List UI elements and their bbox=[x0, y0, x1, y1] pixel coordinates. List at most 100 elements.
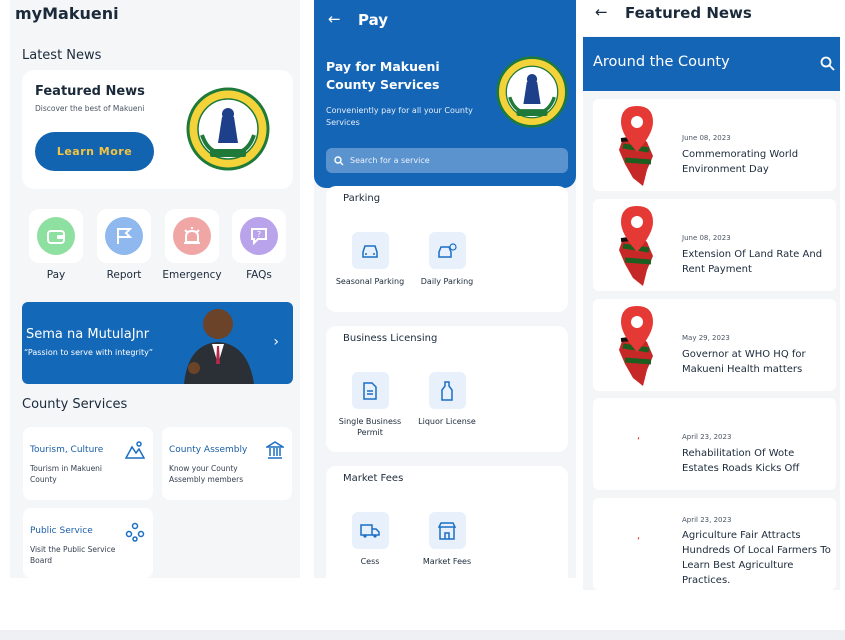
learn-more-button[interactable]: Learn More bbox=[35, 132, 154, 171]
news-header: ← Featured News bbox=[583, 0, 840, 36]
people-icon bbox=[125, 522, 145, 542]
news-headline: Commemorating World Environment Day bbox=[682, 149, 799, 175]
tile-cess[interactable]: Cess bbox=[335, 512, 405, 567]
flag-icon bbox=[105, 217, 143, 255]
tile-seasonal-parking[interactable]: Seasonal Parking bbox=[335, 232, 405, 287]
business-licensing-card: Business Licensing Single Business Permi… bbox=[326, 326, 568, 452]
tile-label: Seasonal Parking bbox=[335, 277, 405, 286]
section-heading: Business Licensing bbox=[343, 333, 438, 344]
tile-label: Market Fees bbox=[422, 557, 472, 566]
bottom-strip bbox=[0, 630, 845, 640]
service-title: Public Service bbox=[30, 526, 93, 536]
featured-title: Featured News bbox=[35, 84, 145, 99]
chevron-right-icon[interactable]: › bbox=[273, 334, 279, 350]
parking-card: Parking Seasonal Parking Daily Parking bbox=[326, 186, 568, 312]
news-headline: Rehabilitation Of Wote Estates Roads Kic… bbox=[682, 448, 800, 474]
pay-headline: Pay for Makueni County Services bbox=[326, 59, 440, 92]
tile-liquor-license[interactable]: Liquor License bbox=[412, 372, 482, 427]
wallet-icon bbox=[37, 217, 75, 255]
loading-image-icon: ‘ bbox=[637, 436, 641, 447]
news-item[interactable]: ‘ April 23, 2023 Agriculture Fair Attrac… bbox=[593, 498, 836, 590]
back-arrow-icon[interactable]: ← bbox=[595, 3, 608, 21]
car-icon bbox=[351, 232, 389, 269]
news-headline: Agriculture Fair Attracts Hundreds Of Lo… bbox=[682, 530, 831, 586]
app-title: myMakueni bbox=[15, 4, 119, 23]
service-title: County Assembly bbox=[169, 445, 248, 455]
tile-daily-parking[interactable]: Daily Parking bbox=[412, 232, 482, 287]
service-card-tourism[interactable]: Tourism, Culture Tourism in Makueni Coun… bbox=[23, 427, 153, 500]
chat-question-icon: ? bbox=[240, 217, 278, 255]
news-date: May 29, 2023 bbox=[682, 334, 730, 342]
news-item[interactable]: May 29, 2023 Governor at WHO HQ for Maku… bbox=[593, 299, 836, 391]
quick-action-label: Emergency bbox=[162, 269, 222, 281]
news-screen: ← Featured News Around the County June 0… bbox=[583, 0, 840, 590]
home-screen: myMakueni Latest News Featured News Disc… bbox=[10, 0, 300, 578]
news-title: Featured News bbox=[625, 4, 752, 22]
service-title: Tourism, Culture bbox=[30, 445, 104, 455]
banner-subtitle: “Passion to serve with integrity” bbox=[24, 348, 153, 357]
building-icon bbox=[266, 441, 284, 459]
county-services-heading: County Services bbox=[22, 397, 128, 412]
pay-screen: ← Pay Pay for Makueni County Services Co… bbox=[314, 0, 576, 578]
around-county-bar: Around the County bbox=[583, 37, 840, 91]
document-icon bbox=[351, 372, 389, 409]
kenya-map-pin-icon bbox=[619, 306, 653, 386]
section-heading: Parking bbox=[343, 193, 381, 204]
news-item[interactable]: June 08, 2023 Extension Of Land Rate And… bbox=[593, 199, 836, 291]
latest-news-heading: Latest News bbox=[22, 48, 102, 63]
service-subtitle: Tourism in Makueni County bbox=[30, 464, 103, 484]
banner-title: Sema na MutulaJnr bbox=[26, 327, 150, 342]
service-subtitle: Visit the Public Service Board bbox=[30, 545, 116, 565]
governor-photo bbox=[184, 309, 254, 384]
screenshot-root: myMakueni Latest News Featured News Disc… bbox=[0, 0, 845, 640]
pay-header: ← Pay Pay for Makueni County Services Co… bbox=[314, 0, 576, 188]
tile-market-fees[interactable]: Market Fees bbox=[412, 512, 482, 567]
news-date: April 23, 2023 bbox=[682, 516, 732, 524]
alarm-icon bbox=[173, 217, 211, 255]
sema-na-mutula-banner[interactable]: Sema na MutulaJnr “Passion to serve with… bbox=[22, 302, 293, 384]
service-search-input[interactable]: Search for a service bbox=[326, 148, 568, 173]
section-heading: Market Fees bbox=[343, 473, 404, 484]
bottle-icon bbox=[428, 372, 466, 409]
kenya-map-pin-icon bbox=[619, 206, 653, 286]
quick-action-label: Report bbox=[106, 269, 142, 281]
service-card-public-service[interactable]: Public Service Visit the Public Service … bbox=[23, 508, 153, 578]
mountain-icon bbox=[125, 441, 145, 459]
search-icon[interactable] bbox=[820, 56, 835, 71]
county-seal-logo bbox=[496, 56, 568, 128]
service-subtitle: Know your County Assembly members bbox=[169, 464, 244, 484]
back-arrow-icon[interactable]: ← bbox=[328, 10, 341, 28]
news-date: June 08, 2023 bbox=[682, 134, 731, 142]
tile-label: Single Business Permit bbox=[338, 417, 402, 437]
kenya-map-pin-icon bbox=[619, 106, 653, 186]
quick-action-report[interactable]: Report bbox=[97, 209, 151, 281]
news-item[interactable]: ‘ April 23, 2023 Rehabilitation Of Wote … bbox=[593, 398, 836, 490]
quick-action-faqs[interactable]: ? FAQs bbox=[232, 209, 286, 281]
service-card-county-assembly[interactable]: County Assembly Know your County Assembl… bbox=[162, 427, 292, 500]
news-headline: Extension Of Land Rate And Rent Payment bbox=[682, 249, 823, 275]
news-date: April 23, 2023 bbox=[682, 433, 732, 441]
county-seal-logo bbox=[186, 87, 270, 171]
svg-text:?: ? bbox=[257, 230, 261, 239]
tile-label: Daily Parking bbox=[420, 277, 474, 286]
featured-news-card[interactable]: Featured News Discover the best of Makue… bbox=[22, 70, 293, 189]
news-item[interactable]: June 08, 2023 Commemorating World Enviro… bbox=[593, 99, 836, 191]
tile-single-business-permit[interactable]: Single Business Permit bbox=[335, 372, 405, 438]
around-county-title: Around the County bbox=[593, 54, 730, 70]
quick-action-pay[interactable]: Pay bbox=[29, 209, 83, 281]
shop-icon bbox=[428, 512, 466, 549]
quick-action-label: FAQs bbox=[246, 269, 272, 281]
news-date: June 08, 2023 bbox=[682, 234, 731, 242]
car-clock-icon bbox=[428, 232, 466, 269]
quick-action-emergency[interactable]: Emergency bbox=[162, 209, 222, 281]
news-headline: Governor at WHO HQ for Makueni Health ma… bbox=[682, 349, 806, 375]
pay-description: Conveniently pay for all your County Ser… bbox=[326, 106, 473, 127]
truck-icon bbox=[351, 512, 389, 549]
quick-action-label: Pay bbox=[46, 269, 66, 281]
featured-subtitle: Discover the best of Makueni bbox=[35, 104, 145, 113]
loading-image-icon: ‘ bbox=[637, 536, 641, 547]
search-placeholder: Search for a service bbox=[350, 156, 430, 165]
tile-label: Cess bbox=[360, 557, 380, 566]
tile-label: Liquor License bbox=[418, 417, 476, 426]
market-fees-card: Market Fees Cess Market Fees bbox=[326, 466, 568, 578]
